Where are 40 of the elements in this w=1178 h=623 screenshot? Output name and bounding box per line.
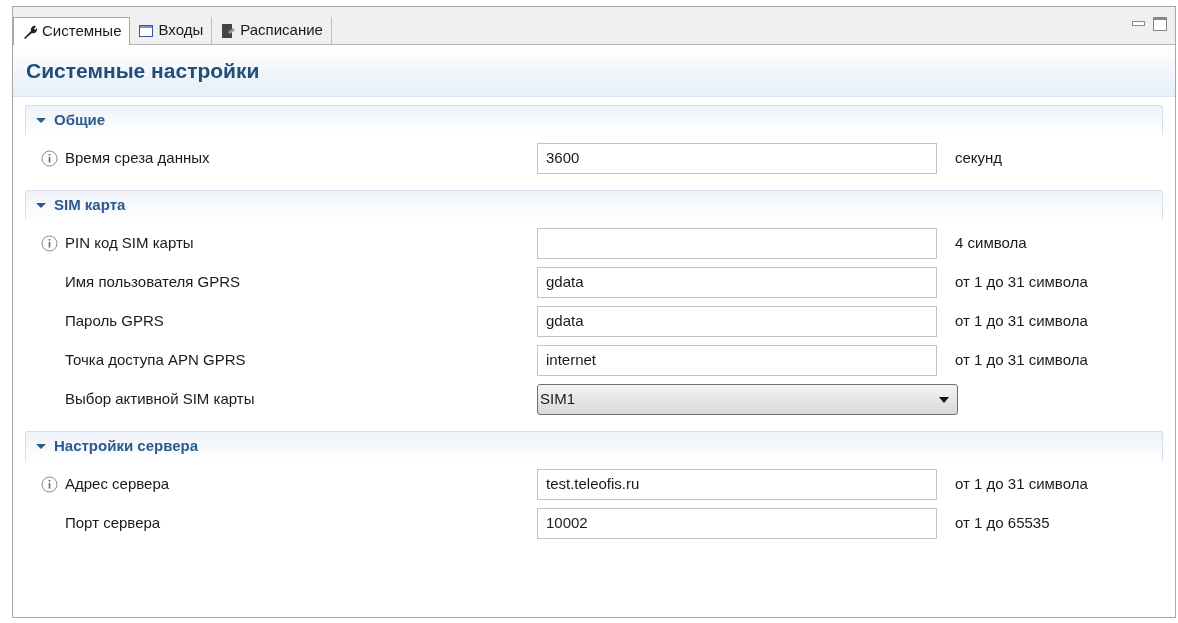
input-field[interactable]: gdata bbox=[537, 267, 937, 298]
field-label: Точка доступа APN GPRS bbox=[65, 350, 247, 371]
input-field[interactable]: internet bbox=[537, 345, 937, 376]
section-header[interactable]: Настройки сервера bbox=[25, 431, 1163, 461]
field-label: Порт сервера bbox=[65, 513, 162, 534]
hint-text: секунд bbox=[955, 148, 1003, 169]
field-label: PIN код SIM карты bbox=[65, 233, 195, 254]
page-title: Системные настройки bbox=[26, 57, 260, 84]
window-icon bbox=[138, 22, 155, 39]
hint-text: от 1 до 31 символа bbox=[955, 272, 1088, 293]
input-field[interactable]: gdata bbox=[537, 306, 937, 337]
caret-icon bbox=[939, 396, 949, 403]
info-icon bbox=[41, 235, 58, 252]
info-icon bbox=[41, 150, 58, 167]
wrench-icon bbox=[22, 23, 38, 40]
input-field[interactable]: 10002 bbox=[537, 508, 937, 539]
input-field[interactable]: 3600 bbox=[537, 143, 937, 174]
hint-text: от 1 до 65535 bbox=[955, 513, 1050, 534]
field-label: Имя пользователя GPRS bbox=[65, 272, 242, 293]
hint-text: от 1 до 31 символа bbox=[955, 350, 1088, 371]
field-label: Время среза данных bbox=[65, 148, 211, 169]
triangle-down-icon bbox=[36, 441, 46, 452]
field-label: Пароль GPRS bbox=[65, 311, 165, 332]
section-header[interactable]: Общие bbox=[25, 105, 1163, 135]
field-label: Адрес сервера bbox=[65, 474, 171, 495]
tab[interactable]: Системные bbox=[13, 17, 131, 45]
info-icon bbox=[41, 476, 58, 493]
input-field[interactable] bbox=[537, 228, 937, 259]
hint-text: от 1 до 31 символа bbox=[955, 474, 1088, 495]
field-label: Выбор активной SIM карты bbox=[65, 389, 256, 410]
document-icon bbox=[220, 22, 237, 39]
triangle-down-icon bbox=[36, 115, 46, 126]
hint-text: от 1 до 31 символа bbox=[955, 311, 1088, 332]
hint-text: 4 символа bbox=[955, 233, 1027, 254]
triangle-down-icon bbox=[36, 200, 46, 211]
maximize-icon[interactable] bbox=[1153, 17, 1167, 31]
minimize-icon[interactable] bbox=[1132, 21, 1145, 27]
section-header[interactable]: SIM карта bbox=[25, 190, 1163, 220]
sim-select[interactable]: SIM1 bbox=[537, 384, 958, 415]
input-field[interactable]: test.teleofis.ru bbox=[537, 469, 937, 500]
